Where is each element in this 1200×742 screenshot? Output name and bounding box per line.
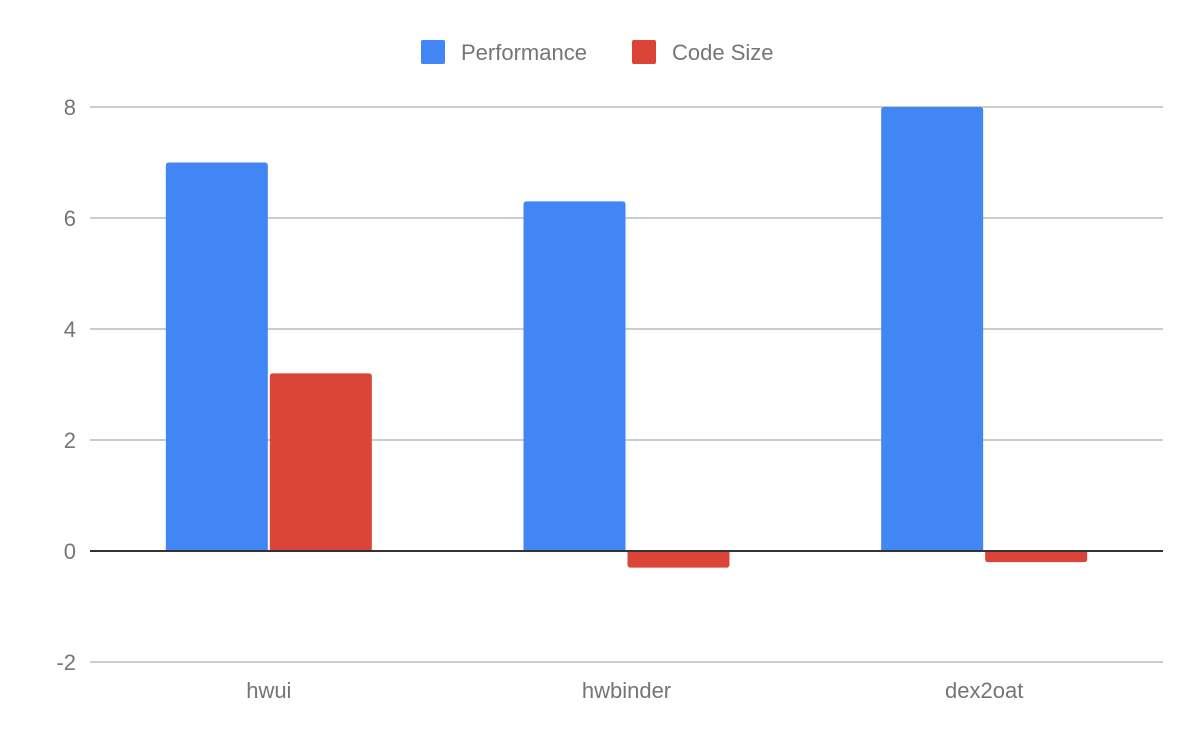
- y-tick-label: 6: [64, 206, 76, 231]
- bar-hwbinder-performance: [523, 201, 626, 551]
- bar-dex2oat-performance: [881, 107, 984, 551]
- legend-label: Code Size: [672, 40, 774, 65]
- legend-swatch: [632, 40, 656, 64]
- bar-dex2oat-code-size: [985, 551, 1088, 563]
- bars: [165, 107, 1088, 568]
- bar-hwbinder-code-size: [627, 551, 730, 568]
- y-axis-ticks: -2 0 2 4 6 8: [56, 95, 76, 675]
- legend-swatch: [421, 40, 445, 64]
- legend-item-code-size[interactable]: Code Size: [632, 40, 774, 65]
- x-tick-label: hwui: [246, 678, 291, 703]
- bar-hwui-performance: [165, 162, 268, 551]
- x-axis-ticks: hwui hwbinder dex2oat: [246, 678, 1023, 703]
- legend-label: Performance: [461, 40, 587, 65]
- y-tick-label: -2: [56, 650, 76, 675]
- y-tick-label: 8: [64, 95, 76, 120]
- y-tick-label: 4: [64, 317, 76, 342]
- y-tick-label: 2: [64, 428, 76, 453]
- x-tick-label: dex2oat: [945, 678, 1023, 703]
- legend: Performance Code Size: [421, 40, 774, 65]
- bar-chart: Performance Code Size -2 0 2 4 6 8 hwui hwbinde…: [56, 40, 1163, 703]
- y-tick-label: 0: [64, 539, 76, 564]
- bar-hwui-code-size: [269, 373, 372, 551]
- legend-item-performance[interactable]: Performance: [421, 40, 587, 65]
- x-tick-label: hwbinder: [582, 678, 671, 703]
